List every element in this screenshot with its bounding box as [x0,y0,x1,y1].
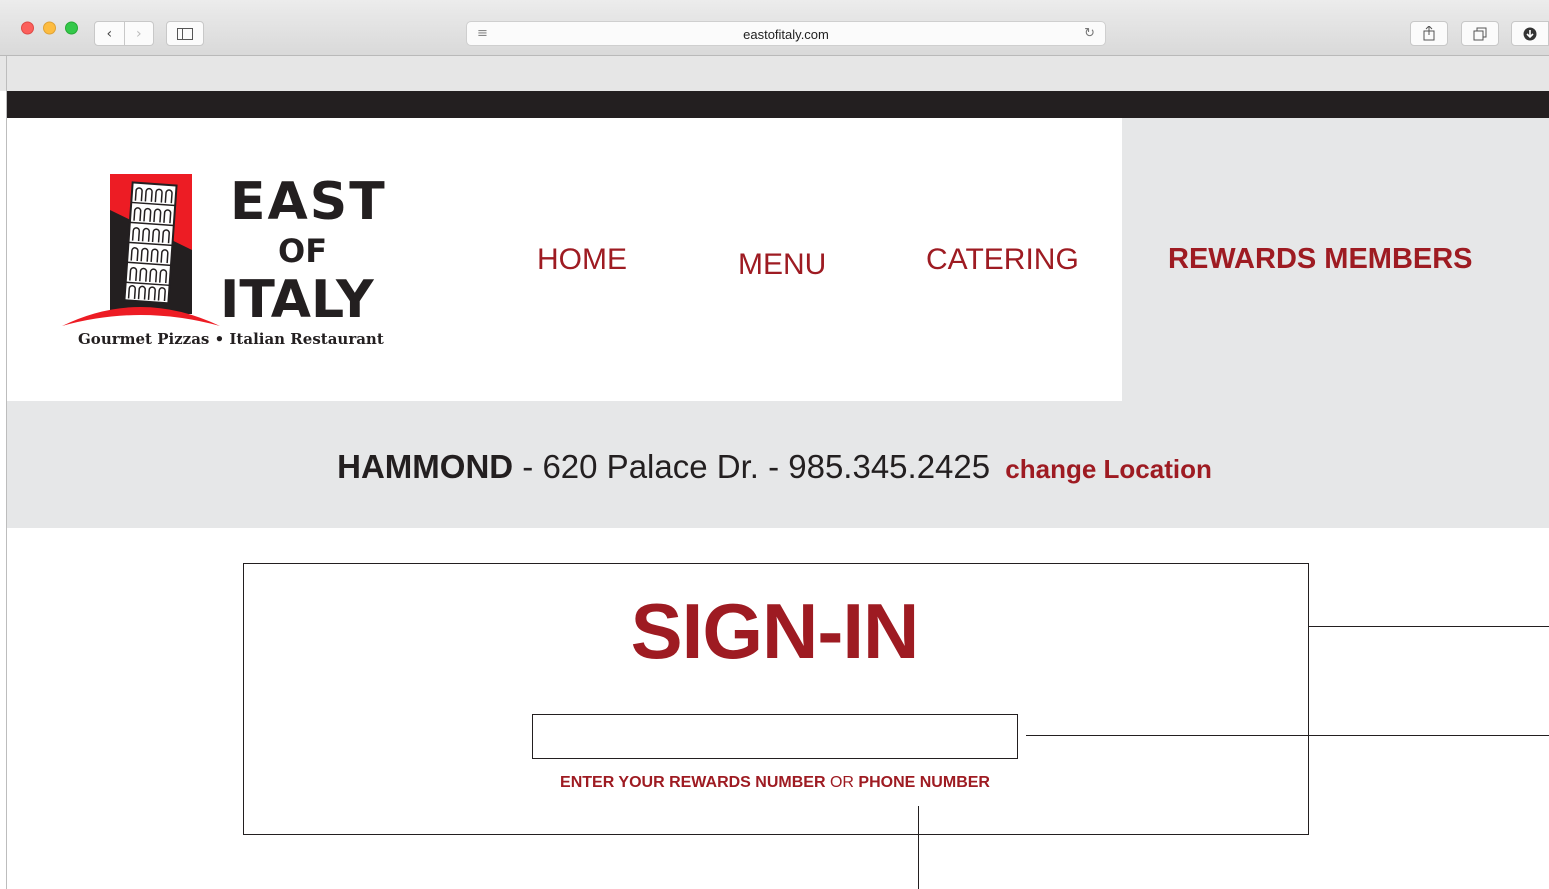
change-location-link[interactable]: change Location [1005,454,1212,484]
logo-tagline: Gourmet Pizzas • Italian Restaurant [78,330,384,348]
tabs-icon[interactable] [1461,21,1499,46]
close-window-button[interactable] [21,21,34,35]
location-line: HAMMOND - 620 Palace Dr. - 985.345.2425 … [0,448,1549,486]
logo-text: ITALY [220,270,374,330]
history-nav: ‹ › [94,21,154,46]
leaning-tower-icon [62,174,220,326]
nav-rewards-members-link[interactable]: REWARDS MEMBERS [1168,243,1473,276]
hint-rewards-number: ENTER YOUR REWARDS NUMBER [560,774,826,791]
back-icon[interactable]: ‹ [94,21,125,46]
location-city: HAMMOND [337,448,514,485]
hint-or: OR [825,774,859,791]
signin-hint: ENTER YOUR REWARDS NUMBER OR PHONE NUMBE… [532,774,1018,792]
location-details: - 620 Palace Dr. - 985.345.2425 [513,448,1000,485]
rewards-number-input[interactable] [532,714,1018,759]
annotation-line [1026,735,1549,736]
top-strip [7,91,1549,118]
nav-home-link[interactable]: HOME [537,243,627,277]
logo-text: EAST [230,172,387,232]
url-text: eastofitaly.com [743,27,829,42]
zoom-window-button[interactable] [65,21,78,35]
site-logo[interactable]: EAST OF ITALY Gourmet Pizzas • Italian R… [60,170,400,355]
hint-phone-number: PHONE NUMBER [858,774,990,791]
sidebar-toggle-icon[interactable] [166,21,204,46]
annotation-line [1309,626,1549,627]
signin-title: SIGN-IN [630,587,920,675]
downloads-icon[interactable] [1511,21,1549,46]
reload-icon[interactable]: ↻ [1084,22,1095,46]
minimize-window-button[interactable] [43,21,56,35]
nav-menu-link[interactable]: MENU [738,248,826,282]
forward-icon[interactable]: › [124,21,154,46]
favorites-bar [0,56,1549,91]
share-icon[interactable] [1410,21,1448,46]
annotation-line [918,806,919,889]
browser-toolbar: ‹ › ≡ eastofitaly.com ↻ [0,0,1549,56]
nav-catering-link[interactable]: CATERING [926,243,1079,277]
address-bar[interactable]: ≡ eastofitaly.com ↻ [466,21,1106,46]
logo-text: OF [278,232,328,270]
